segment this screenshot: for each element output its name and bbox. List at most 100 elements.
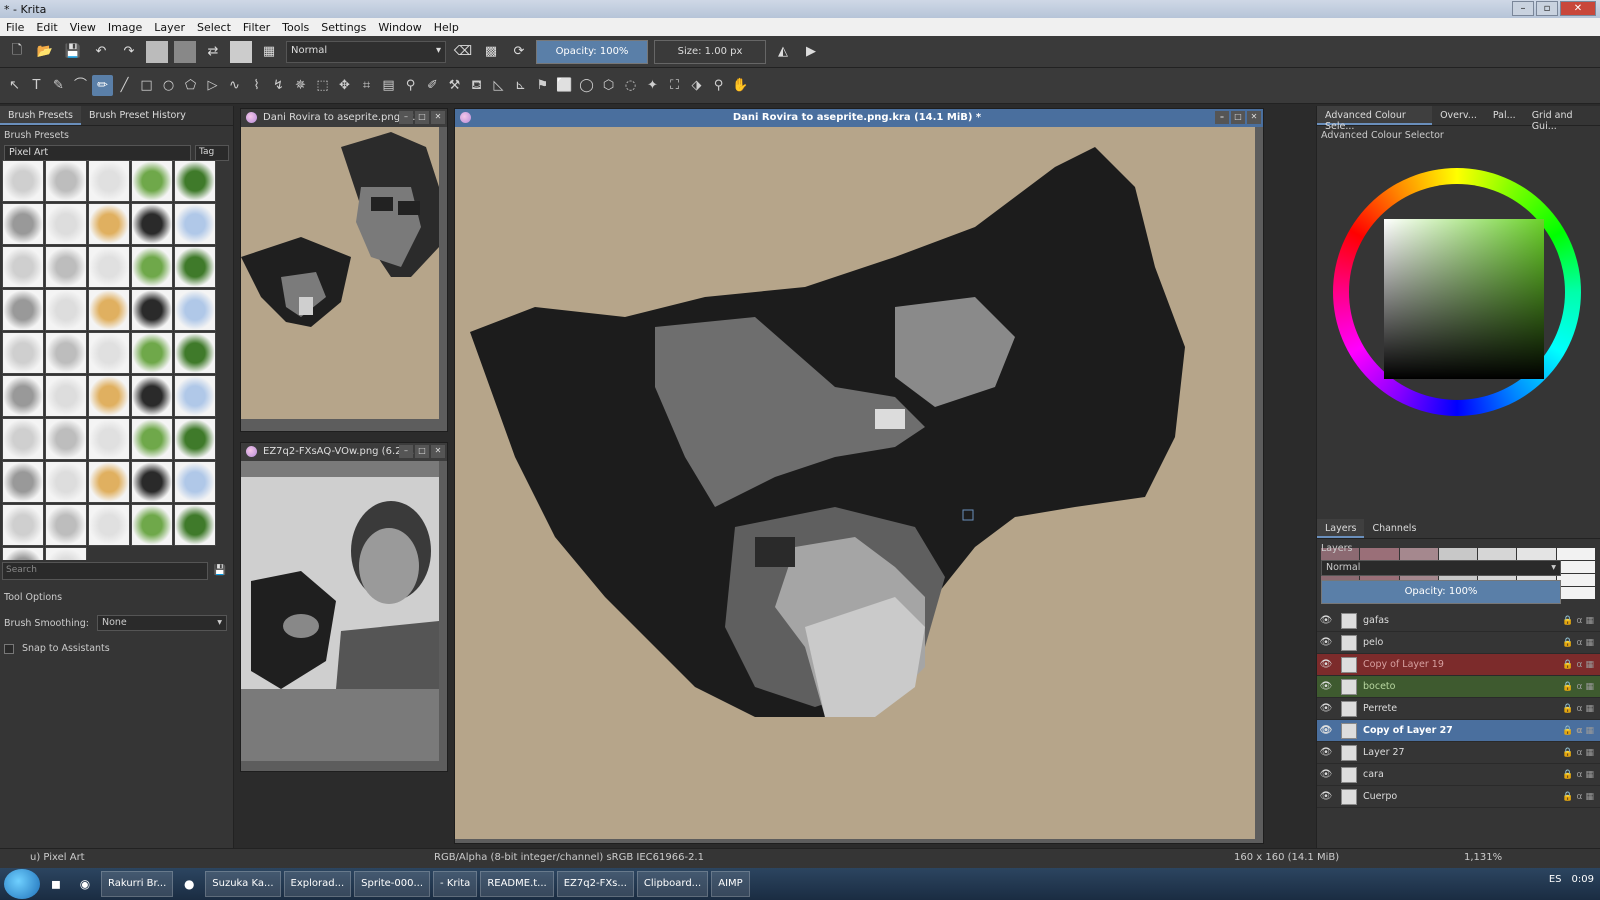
taskbar-item-8[interactable]: AIMP — [711, 871, 750, 897]
brush-preset-thumb[interactable] — [174, 461, 216, 503]
tab-grid-guides[interactable]: Grid and Gui... — [1524, 106, 1600, 132]
visibility-eye-icon[interactable]: 👁 — [1317, 769, 1335, 780]
close-icon[interactable]: ✕ — [1247, 111, 1261, 124]
visibility-eye-icon[interactable]: 👁 — [1317, 747, 1335, 758]
bezier-icon[interactable]: ⌒ — [70, 75, 91, 96]
foreground-color-icon[interactable] — [146, 40, 168, 63]
visibility-eye-icon[interactable]: 👁 — [1317, 725, 1335, 736]
maximize-icon[interactable]: □ — [415, 445, 429, 458]
layer-row[interactable]: 👁 Copy of Layer 19 🔒α▦ — [1317, 654, 1600, 676]
close-icon[interactable]: ✕ — [431, 111, 445, 124]
brush-preset-thumb[interactable] — [88, 418, 130, 460]
alpha-lock-icon[interactable]: ▩ — [480, 41, 502, 63]
layer-row[interactable]: 👁 Layer 27 🔒α▦ — [1317, 742, 1600, 764]
menu-view[interactable]: View — [64, 21, 102, 34]
status-zoom[interactable]: 1,131% — [1464, 852, 1502, 863]
save-icon[interactable]: 💾 — [62, 41, 84, 63]
layer-lock-icon[interactable]: 🔒α▦ — [1562, 638, 1597, 648]
bezier-curve-icon[interactable]: ∿ — [224, 75, 245, 96]
minimize-icon[interactable]: – — [399, 111, 413, 124]
minimize-icon[interactable]: – — [1215, 111, 1229, 124]
blend-mode-select[interactable]: Normal ▾ — [286, 40, 446, 63]
brush-preset-thumb[interactable] — [131, 418, 173, 460]
layer-row[interactable]: 👁 pelo 🔒α▦ — [1317, 632, 1600, 654]
multibrush-icon[interactable]: ✵ — [290, 75, 311, 96]
visibility-eye-icon[interactable]: 👁 — [1317, 659, 1335, 670]
tab-channels[interactable]: Channels — [1364, 519, 1424, 538]
clock[interactable]: 0:09 — [1572, 874, 1594, 885]
menu-filter[interactable]: Filter — [237, 21, 276, 34]
brush-preset-thumb[interactable] — [88, 504, 130, 546]
brush-preset-thumb[interactable] — [2, 289, 44, 331]
preset-search-input[interactable]: Search — [2, 562, 208, 580]
brush-preset-thumb[interactable] — [2, 375, 44, 417]
tab-brush-presets[interactable]: Brush Presets — [0, 106, 82, 125]
preset-tag-select[interactable]: Pixel Art — [4, 145, 191, 161]
size-slider[interactable]: Size: 1.00 px — [654, 39, 766, 64]
close-icon[interactable]: ✕ — [431, 445, 445, 458]
brush-preset-thumb[interactable] — [131, 289, 173, 331]
layer-lock-icon[interactable]: 🔒α▦ — [1562, 660, 1597, 670]
mirror-horizontal-icon[interactable]: ◭ — [772, 41, 794, 63]
brush-preset-thumb[interactable] — [88, 332, 130, 374]
brush-preset-thumb[interactable] — [174, 160, 216, 202]
brush-preset-thumb[interactable] — [2, 418, 44, 460]
brush-preset-thumb[interactable] — [45, 418, 87, 460]
layer-opacity-slider[interactable]: Opacity: 100% — [1321, 580, 1561, 604]
brush-preset-thumb[interactable] — [45, 504, 87, 546]
new-document-icon[interactable]: 🗋 — [6, 41, 28, 63]
menu-edit[interactable]: Edit — [30, 21, 63, 34]
menu-image[interactable]: Image — [102, 21, 148, 34]
brush-preset-thumb[interactable] — [174, 504, 216, 546]
crop-tool-icon[interactable]: ⌗ — [356, 75, 377, 96]
layer-row[interactable]: 👁 Perrete 🔒α▦ — [1317, 698, 1600, 720]
background-color-icon[interactable] — [174, 40, 196, 63]
taskbar-item-3[interactable]: Sprite-000... — [354, 871, 431, 897]
brush-preset-thumb[interactable] — [45, 332, 87, 374]
measure-tool-icon[interactable]: ⊾ — [510, 75, 531, 96]
taskbar-item-4[interactable]: - Krita — [433, 871, 478, 897]
brush-preset-thumb[interactable] — [131, 461, 173, 503]
brush-preset-thumb[interactable] — [45, 246, 87, 288]
rectangle-tool-icon[interactable]: □ — [136, 75, 157, 96]
swap-colors-icon[interactable]: ⇄ — [202, 41, 224, 63]
undo-icon[interactable]: ↶ — [90, 41, 112, 63]
move-tool-icon[interactable]: ✥ — [334, 75, 355, 96]
main-canvas[interactable] — [455, 127, 1255, 839]
brush-preset-thumb[interactable] — [2, 246, 44, 288]
start-button[interactable] — [4, 869, 40, 899]
assistant-tool-icon[interactable]: ◺ — [488, 75, 509, 96]
layer-lock-icon[interactable]: 🔒α▦ — [1562, 792, 1597, 802]
color-square[interactable] — [1384, 219, 1544, 379]
visibility-eye-icon[interactable]: 👁 — [1317, 791, 1335, 802]
ellipse-select-icon[interactable]: ◯ — [576, 75, 597, 96]
tab-advanced-colour[interactable]: Advanced Colour Sele... — [1317, 106, 1433, 132]
colorize-mask-icon[interactable]: ✐ — [422, 75, 443, 96]
minimize-icon[interactable]: – — [399, 445, 413, 458]
taskbar-item-5[interactable]: README.t... — [480, 871, 554, 897]
minimize-button[interactable]: – — [1512, 1, 1534, 16]
visibility-eye-icon[interactable]: 👁 — [1317, 615, 1335, 626]
menu-help[interactable]: Help — [428, 21, 465, 34]
brush-preset-thumb[interactable] — [2, 203, 44, 245]
polygon-tool-icon[interactable]: ⬠ — [180, 75, 201, 96]
tab-brush-preset-history[interactable]: Brush Preset History — [81, 106, 194, 125]
select-shapes-icon[interactable]: ↖ — [4, 75, 25, 96]
save-preset-icon[interactable]: 💾 — [212, 562, 228, 578]
brush-preset-thumb[interactable] — [88, 375, 130, 417]
rect-select-icon[interactable]: ⬜ — [554, 75, 575, 96]
transform-icon[interactable]: ⬚ — [312, 75, 333, 96]
brush-preset-thumb[interactable] — [131, 375, 173, 417]
fill-tool-icon[interactable]: ⛾ — [466, 75, 487, 96]
redo-icon[interactable]: ↷ — [118, 41, 140, 63]
brush-preset-thumb[interactable] — [131, 504, 173, 546]
brush-preset-thumb[interactable] — [131, 203, 173, 245]
eraser-icon[interactable]: ⌫ — [452, 41, 474, 63]
zoom-tool-icon[interactable]: ⚲ — [708, 75, 729, 96]
brush-preset-thumb[interactable] — [174, 203, 216, 245]
taskbar-item-7[interactable]: Clipboard... — [636, 871, 709, 897]
text-tool-icon[interactable]: T — [26, 75, 47, 96]
taskbar-app-icon[interactable]: ◼ — [43, 871, 69, 897]
mirror-vertical-icon[interactable]: ▶ — [800, 41, 822, 63]
brush-preset-thumb[interactable] — [174, 289, 216, 331]
